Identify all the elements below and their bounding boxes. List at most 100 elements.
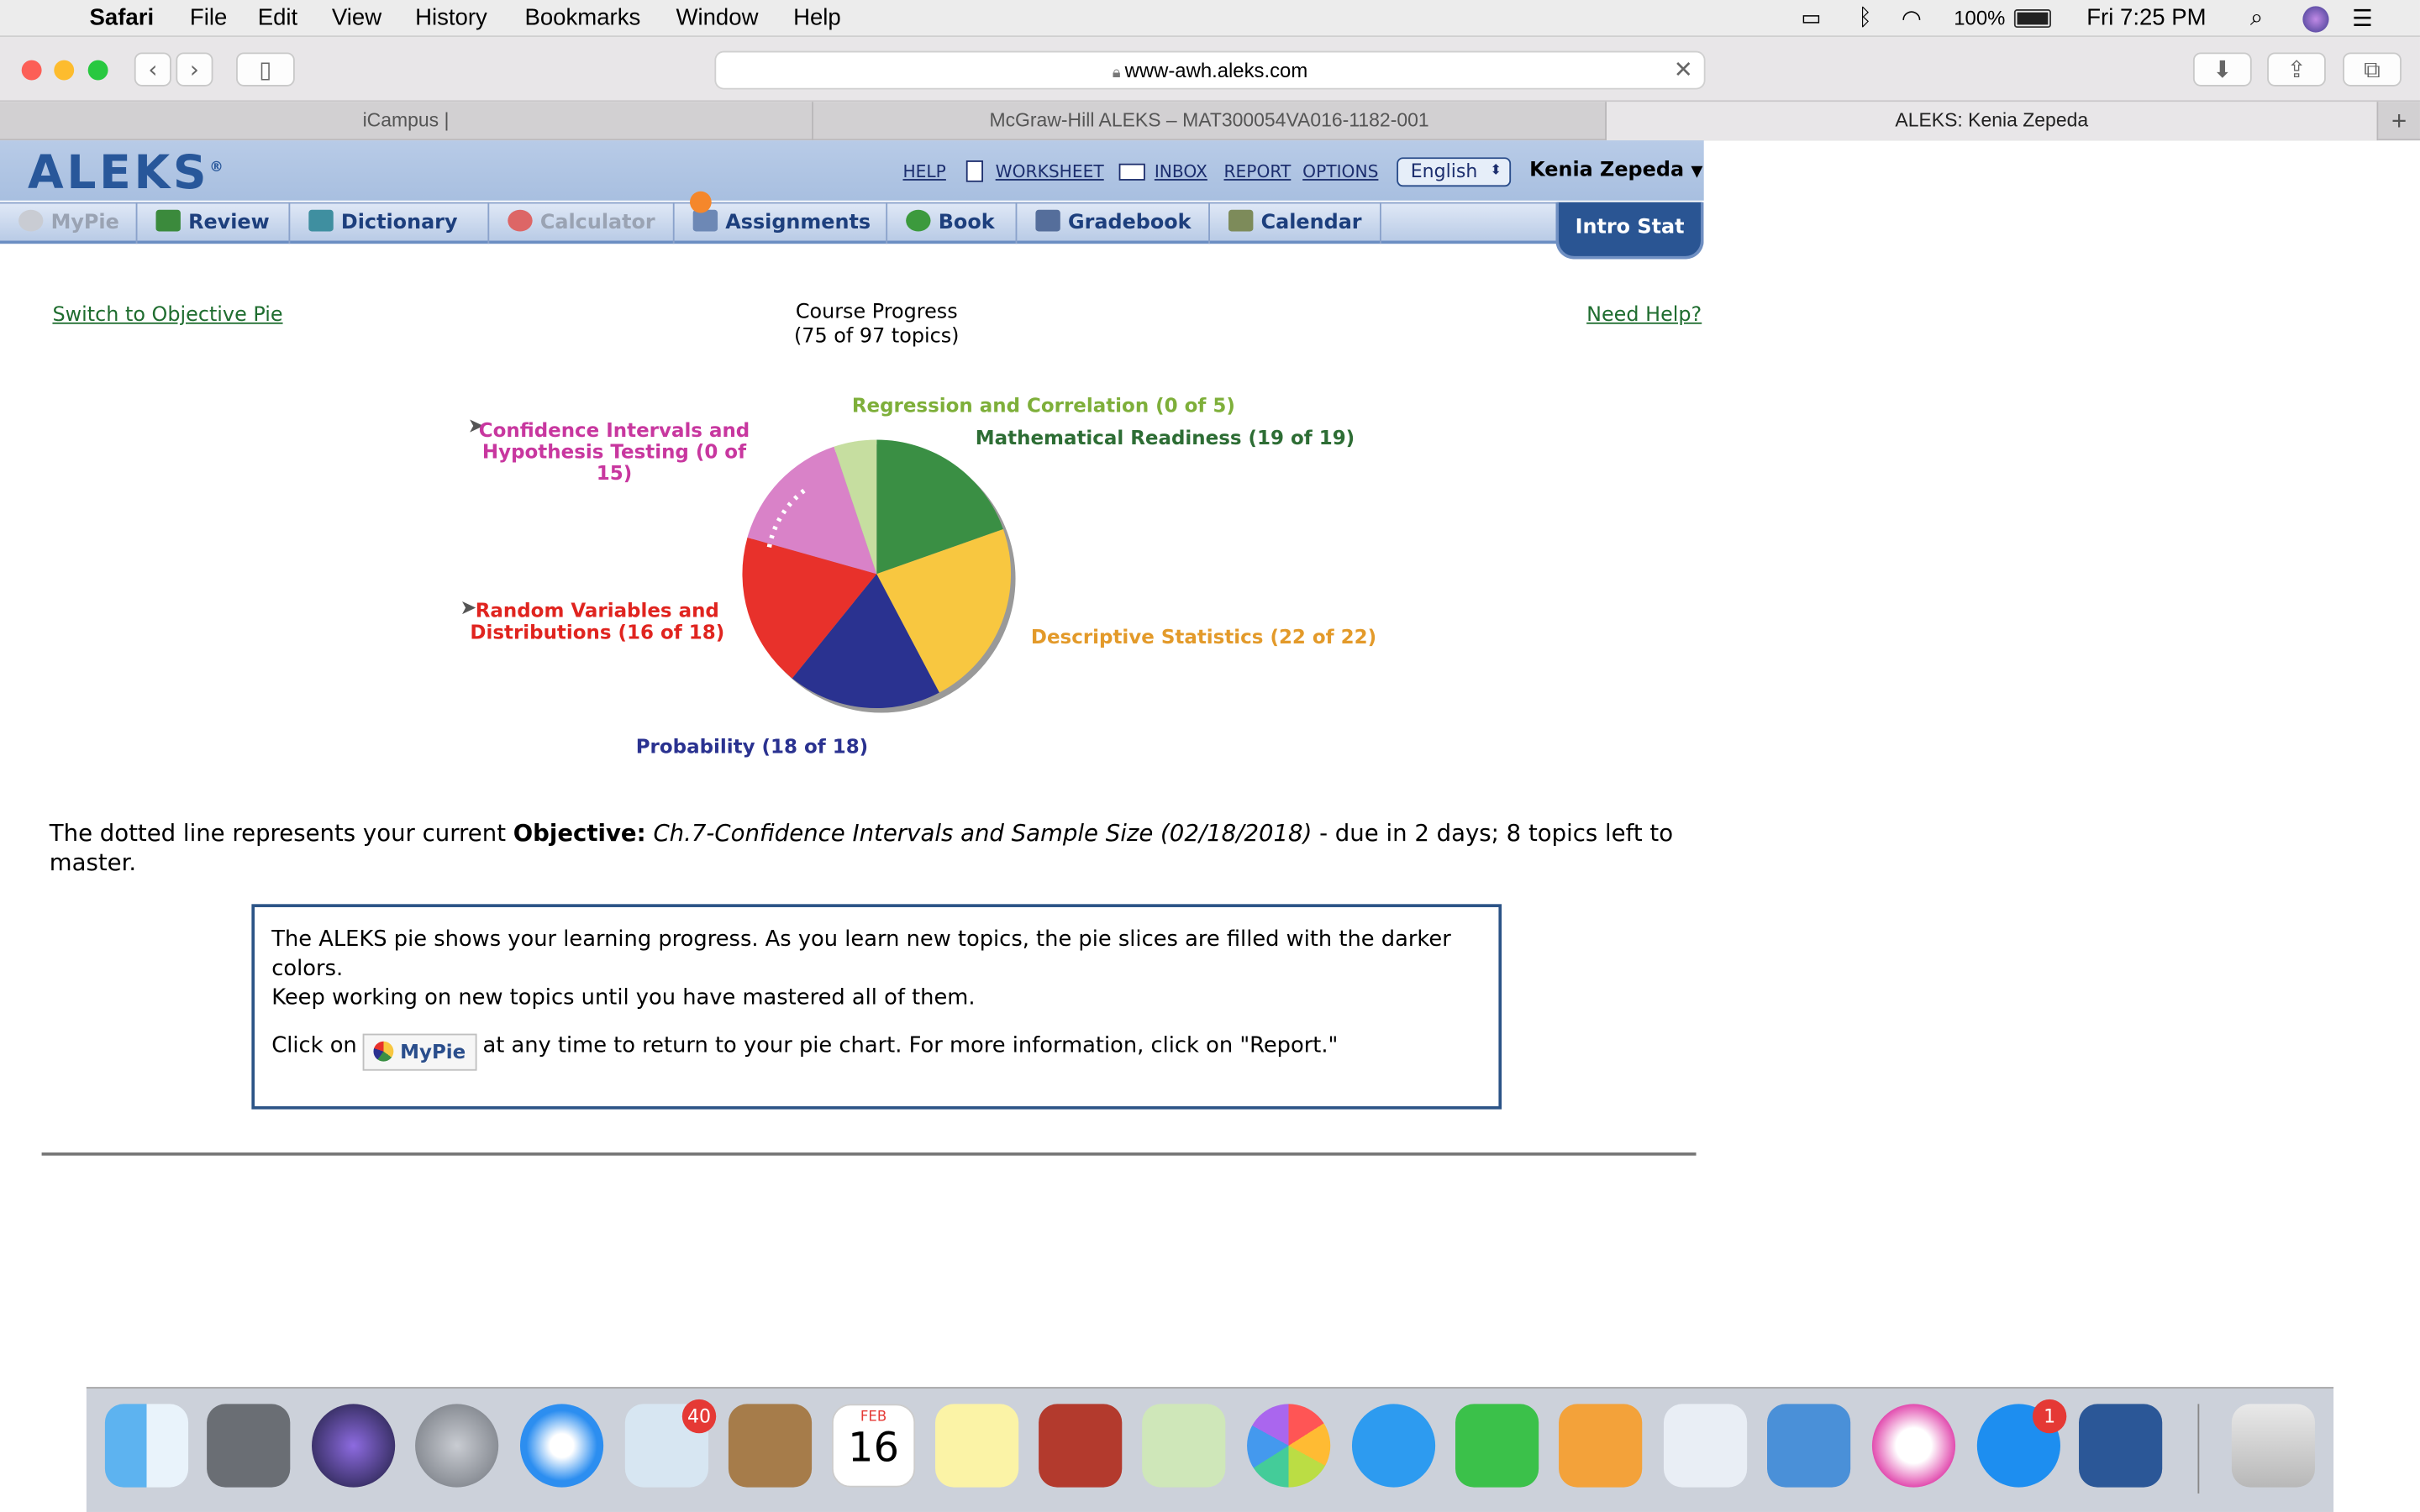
nav-book[interactable]: Book bbox=[887, 202, 1018, 244]
address-bar[interactable]: 🔒︎ www-awh.aleks.com ✕ bbox=[714, 50, 1706, 90]
mac-menubar: Safari File Edit View History Bookmarks … bbox=[0, 0, 2420, 38]
clock[interactable]: Fri 7:25 PM bbox=[2086, 5, 2206, 31]
checkmark-icon bbox=[155, 209, 181, 232]
forward-button[interactable]: › bbox=[176, 52, 213, 87]
label-probability[interactable]: Probability (18 of 18) bbox=[636, 735, 868, 758]
downloads-icon[interactable]: ⬇ bbox=[2192, 52, 2252, 87]
back-button[interactable]: ‹ bbox=[134, 52, 171, 87]
menu-edit[interactable]: Edit bbox=[258, 5, 297, 31]
battery-percent: 100% bbox=[1954, 6, 2006, 29]
info-line-1: The ALEKS pie shows your learning progre… bbox=[271, 927, 1451, 982]
gradebook-icon bbox=[1035, 209, 1060, 232]
select-arrows-icon: ⬍ bbox=[1490, 163, 1502, 180]
tab-aleks-active[interactable]: ALEKS: Kenia Zepeda bbox=[1607, 102, 2379, 141]
menu-help[interactable]: Help bbox=[793, 5, 841, 31]
nav-dictionary[interactable]: Dictionary bbox=[290, 202, 490, 244]
tabs-overview-icon[interactable]: ⧉ bbox=[2343, 52, 2402, 87]
wifi-icon[interactable]: ◠ bbox=[1902, 5, 1922, 32]
facetime-icon[interactable] bbox=[1455, 1404, 1539, 1488]
ebook-icon bbox=[906, 209, 931, 232]
itunes-icon[interactable] bbox=[1871, 1404, 1956, 1488]
options-link[interactable]: OPTIONS bbox=[1302, 162, 1378, 182]
launchpad-icon[interactable] bbox=[415, 1404, 499, 1488]
chevron-down-icon: ▼ bbox=[1691, 163, 1703, 181]
info-line-3: Click on MyPie at any time to return to yo… bbox=[271, 1032, 1481, 1071]
no-calculator-icon bbox=[508, 209, 533, 232]
stop-icon[interactable]: ✕ bbox=[1674, 52, 1693, 89]
sidebar-icon[interactable]: ▯ bbox=[236, 52, 295, 87]
progress-title: Course Progress bbox=[795, 301, 958, 324]
calendar-dock-icon[interactable]: FEB 16 bbox=[831, 1404, 916, 1488]
divider bbox=[41, 1152, 1697, 1156]
menu-view[interactable]: View bbox=[332, 5, 381, 31]
nav-review[interactable]: Review bbox=[137, 202, 291, 244]
notes-icon[interactable] bbox=[935, 1404, 1019, 1488]
inbox-link[interactable]: INBOX bbox=[1155, 162, 1207, 182]
tab-mcgraw-hill[interactable]: McGraw-Hill ALEKS – MAT300054VA016-1182-… bbox=[813, 102, 1607, 141]
battery-icon[interactable] bbox=[2013, 9, 2051, 29]
switch-objective-pie-link[interactable]: Switch to Objective Pie bbox=[52, 304, 282, 328]
share-icon[interactable]: ⇪ bbox=[2267, 52, 2326, 87]
close-window-icon[interactable] bbox=[21, 60, 42, 81]
maps-icon[interactable] bbox=[1142, 1404, 1226, 1488]
new-tab-icon[interactable]: + bbox=[2378, 102, 2420, 140]
label-confidence-intervals[interactable]: Confidence Intervals and Hypothesis Testi… bbox=[463, 419, 765, 485]
numbers-icon[interactable] bbox=[1663, 1404, 1748, 1488]
bluetooth-icon[interactable]: ᛒ bbox=[1858, 5, 1872, 31]
label-random-variables[interactable]: Random Variables and Distributions (16 of… bbox=[466, 600, 729, 643]
assignments-icon bbox=[692, 209, 718, 232]
finder-icon[interactable] bbox=[104, 1404, 189, 1488]
info-box: The ALEKS pie shows your learning progre… bbox=[251, 904, 1502, 1110]
label-descriptive[interactable]: Descriptive Statistics (22 of 22) bbox=[1031, 626, 1376, 648]
progress-subtitle: (75 of 97 topics) bbox=[793, 325, 960, 349]
safari-icon[interactable] bbox=[519, 1404, 604, 1488]
help-link[interactable]: HELP bbox=[902, 162, 945, 182]
nav-calendar[interactable]: Calendar bbox=[1210, 202, 1381, 244]
user-menu[interactable]: Kenia Zepeda ▼ bbox=[1529, 159, 1702, 182]
menu-bookmarks[interactable]: Bookmarks bbox=[524, 5, 640, 31]
menu-window[interactable]: Window bbox=[676, 5, 758, 31]
siri-icon[interactable] bbox=[2302, 6, 2329, 33]
need-help-link[interactable]: Need Help? bbox=[1586, 304, 1702, 328]
label-math-readiness[interactable]: Mathematical Readiness (19 of 19) bbox=[976, 427, 1355, 449]
pie-icon bbox=[18, 209, 44, 232]
nav-gradebook[interactable]: Gradebook bbox=[1017, 202, 1210, 244]
menu-app-name[interactable]: Safari bbox=[90, 5, 155, 31]
zoom-window-icon[interactable] bbox=[87, 60, 108, 81]
siri-dock-icon[interactable] bbox=[312, 1404, 396, 1488]
photo-booth-icon[interactable] bbox=[1039, 1404, 1123, 1488]
mypie-button[interactable]: MyPie bbox=[363, 1033, 477, 1071]
system-preferences-icon[interactable] bbox=[207, 1404, 291, 1488]
worksheet-link[interactable]: WORKSHEET bbox=[996, 162, 1104, 182]
airplay-icon[interactable]: ▭ bbox=[1801, 5, 1821, 31]
tab-bar: iCampus | McGraw-Hill ALEKS – MAT300054V… bbox=[0, 102, 2420, 141]
course-tab[interactable]: Intro Stat bbox=[1555, 202, 1704, 260]
report-link[interactable]: REPORT bbox=[1224, 162, 1292, 182]
new-assignment-burst-icon bbox=[690, 191, 712, 213]
dock-separator bbox=[2197, 1404, 2200, 1494]
nav-mypie[interactable]: MyPie bbox=[0, 202, 138, 244]
language-select[interactable]: English ⬍ bbox=[1397, 157, 1512, 187]
contacts-icon[interactable] bbox=[728, 1404, 813, 1488]
trash-icon[interactable] bbox=[2231, 1404, 2316, 1488]
messages-icon[interactable] bbox=[1351, 1404, 1436, 1488]
lock-icon: 🔒︎ bbox=[1112, 65, 1125, 82]
spotlight-icon[interactable]: ⌕ bbox=[2250, 5, 2263, 31]
minimize-window-icon[interactable] bbox=[54, 60, 75, 81]
pages-icon[interactable] bbox=[1559, 1404, 1643, 1488]
aleks-logo: ALEKS® bbox=[28, 146, 227, 201]
course-progress-title: Course Progress (75 of 97 topics) bbox=[723, 301, 1031, 350]
notification-center-icon[interactable]: ☰ bbox=[2352, 5, 2373, 32]
keynote-icon[interactable] bbox=[1767, 1404, 1851, 1488]
nav-calculator[interactable]: Calculator bbox=[489, 202, 675, 244]
photos-icon[interactable] bbox=[1247, 1404, 1331, 1488]
word-icon[interactable] bbox=[2079, 1404, 2163, 1488]
tab-icampus[interactable]: iCampus | bbox=[0, 102, 813, 141]
menu-history[interactable]: History bbox=[415, 5, 487, 31]
mail-badge: 40 bbox=[681, 1399, 717, 1434]
objective-text: The dotted line represents your current … bbox=[49, 819, 1674, 877]
inbox-icon bbox=[1118, 163, 1145, 181]
menu-file[interactable]: File bbox=[190, 5, 227, 31]
app-store-badge: 1 bbox=[2032, 1399, 2067, 1434]
label-regression[interactable]: Regression and Correlation (0 of 5) bbox=[852, 394, 1235, 417]
